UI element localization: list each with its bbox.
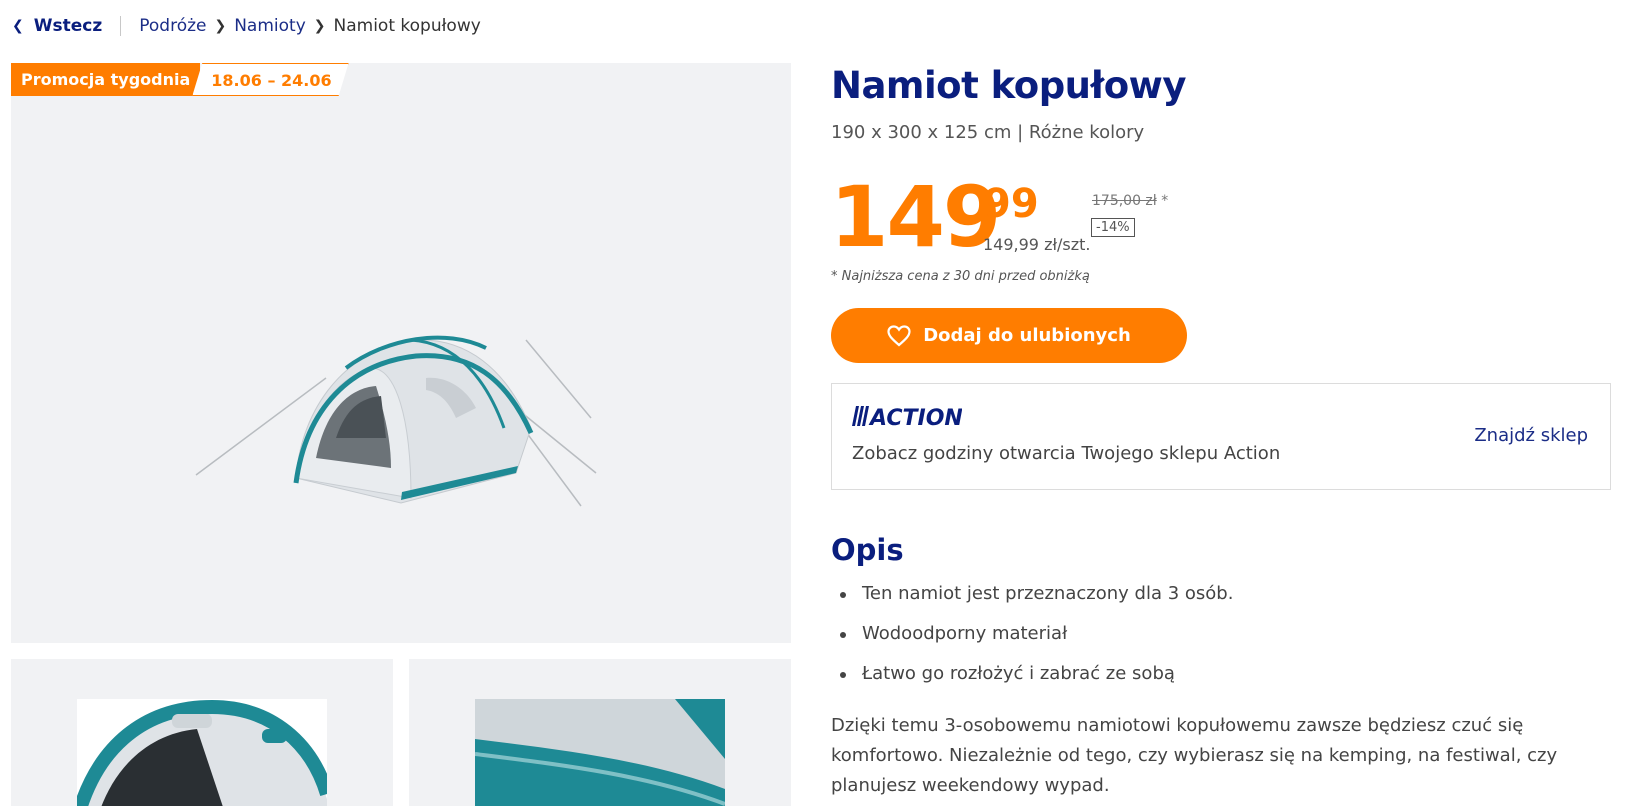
product-thumbnail[interactable] [409, 659, 791, 806]
promo-label: Promocja tygodnia [11, 63, 201, 96]
promo-dates: 18.06 – 24.06 [192, 63, 348, 96]
description-heading: Opis [831, 533, 904, 567]
add-to-favorites-label: Dodaj do ulubionych [923, 325, 1131, 346]
description-paragraph: Dzięki temu 3-osobowemu namiotowi kopuło… [831, 715, 1558, 796]
product-thumbnail[interactable] [11, 659, 393, 806]
discount-badge: -14% [1091, 218, 1135, 237]
product-subtitle: 190 x 300 x 125 cm | Różne kolory [831, 122, 1145, 143]
old-price-mark: * [1161, 193, 1169, 209]
bullet-text: Wodoodporny materiał [862, 623, 1068, 644]
bullet-text: Łatwo go rozłożyć i zabrać ze sobą [862, 663, 1175, 684]
lowest-price-note: * Najniższa cena z 30 dni przed obniżką [831, 269, 1090, 284]
tent-fabric-image [475, 699, 725, 806]
breadcrumb-link-podroze[interactable]: Podróże [139, 16, 206, 36]
price-main: 149 [830, 168, 1001, 266]
list-item: Wodoodporny materiał [840, 623, 1233, 663]
find-store-link[interactable]: Znajdź sklep [1474, 425, 1588, 446]
breadcrumb: ❮ Wstecz Podróże ❯ Namioty ❯ Namiot kopu… [12, 14, 481, 38]
store-hours-text: Zobacz godziny otwarcia Twojego sklepu A… [852, 443, 1281, 464]
tent-image [195, 335, 597, 507]
product-title: Namiot kopułowy [831, 64, 1186, 107]
back-button[interactable]: ❮ Wstecz [12, 16, 102, 36]
thumbnail-image [77, 699, 327, 806]
old-price: 175,00 zł * [1092, 193, 1168, 209]
tent-detail-image [77, 699, 327, 806]
price-per-unit: 149,99 zł/szt. [983, 235, 1091, 254]
action-logo: ACTION [852, 406, 962, 428]
chevron-left-icon: ❮ [12, 18, 24, 34]
bullet-dot [840, 672, 846, 678]
bullet-dot [840, 632, 846, 638]
price-cents: 99 [983, 181, 1039, 227]
old-price-value: 175,00 zł [1092, 193, 1157, 209]
thumbnail-image [475, 699, 725, 806]
back-label: Wstecz [33, 16, 103, 36]
add-to-favorites-button[interactable]: Dodaj do ulubionych [831, 308, 1187, 363]
store-finder-box: ACTION Zobacz godziny otwarcia Twojego s… [831, 383, 1611, 490]
bullet-dot [840, 592, 846, 598]
heart-icon [887, 324, 911, 346]
breadcrumb-link-namioty[interactable]: Namioty [234, 16, 306, 36]
list-item: Łatwo go rozłożyć i zabrać ze sobą [840, 663, 1233, 703]
description-bullets: Ten namiot jest przeznaczony dla 3 osób.… [840, 583, 1233, 703]
action-logo-text: ACTION [868, 406, 962, 428]
promo-badge: Promocja tygodnia 18.06 – 24.06 [11, 63, 349, 96]
list-item: Ten namiot jest przeznaczony dla 3 osób. [840, 583, 1233, 623]
chevron-right-icon: ❯ [313, 18, 326, 34]
bullet-text: Ten namiot jest przeznaczony dla 3 osób. [862, 583, 1234, 604]
breadcrumb-current: Namiot kopułowy [333, 16, 481, 36]
chevron-right-icon: ❯ [214, 18, 227, 34]
breadcrumb-divider [120, 16, 122, 36]
product-main-image[interactable]: Promocja tygodnia 18.06 – 24.06 [11, 63, 791, 643]
